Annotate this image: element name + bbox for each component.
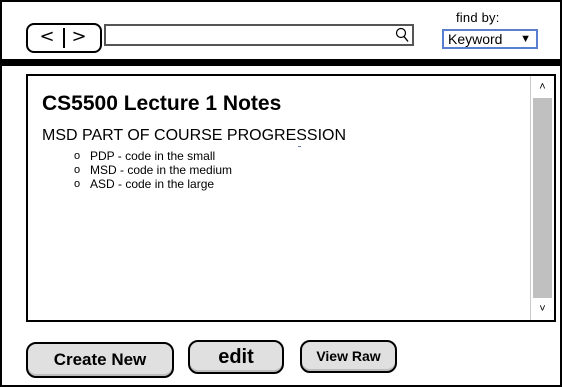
toolbar-divider xyxy=(2,59,560,66)
forward-button[interactable]: > xyxy=(62,25,96,51)
navigation-buttons: < > xyxy=(26,23,102,53)
text-cursor-mark xyxy=(298,146,301,147)
search-input[interactable] xyxy=(108,27,392,45)
create-new-button[interactable]: Create New xyxy=(26,342,174,378)
scroll-up-icon[interactable]: ˄ xyxy=(531,76,554,98)
document-heading: MSD PART OF COURSE PROGRESSION xyxy=(42,127,347,144)
bullet-icon: o xyxy=(74,150,81,162)
find-by-select[interactable]: Keyword ▼ xyxy=(442,29,538,49)
list-item: o ASD - code in the large xyxy=(74,177,232,191)
list-item-text: MSD - code in the medium xyxy=(90,163,233,177)
find-by-label: find by: xyxy=(456,10,500,25)
list-item: o MSD - code in the medium xyxy=(74,163,232,177)
edit-button[interactable]: edit xyxy=(188,340,284,374)
list-item-text: PDP - code in the small xyxy=(90,149,216,163)
scroll-down-icon[interactable]: ˅ xyxy=(531,298,554,320)
dropdown-arrow-icon: ▼ xyxy=(520,33,531,45)
scrollbar-thumb[interactable] xyxy=(533,98,552,298)
document-list: o PDP - code in the small o MSD - code in … xyxy=(74,149,232,191)
view-raw-button[interactable]: View Raw xyxy=(300,340,397,373)
vertical-scrollbar[interactable]: ˄ ˅ xyxy=(530,76,554,320)
bullet-icon: o xyxy=(74,178,81,190)
list-item-text: ASD - code in the large xyxy=(90,177,215,191)
search-box xyxy=(104,24,414,46)
document-title: CS5500 Lecture 1 Notes xyxy=(42,92,282,115)
back-button[interactable]: < xyxy=(30,25,64,51)
find-by-selected: Keyword xyxy=(448,31,503,47)
toolbar: < > find by: Keyword ▼ xyxy=(2,2,560,59)
bullet-icon: o xyxy=(74,164,81,176)
document-viewer: CS5500 Lecture 1 Notes MSD PART OF COURS… xyxy=(26,74,556,322)
search-icon[interactable] xyxy=(394,27,410,43)
app-window: < > find by: Keyword ▼ CS5500 Lecture 1 … xyxy=(0,0,562,387)
list-item: o PDP - code in the small xyxy=(74,149,232,163)
